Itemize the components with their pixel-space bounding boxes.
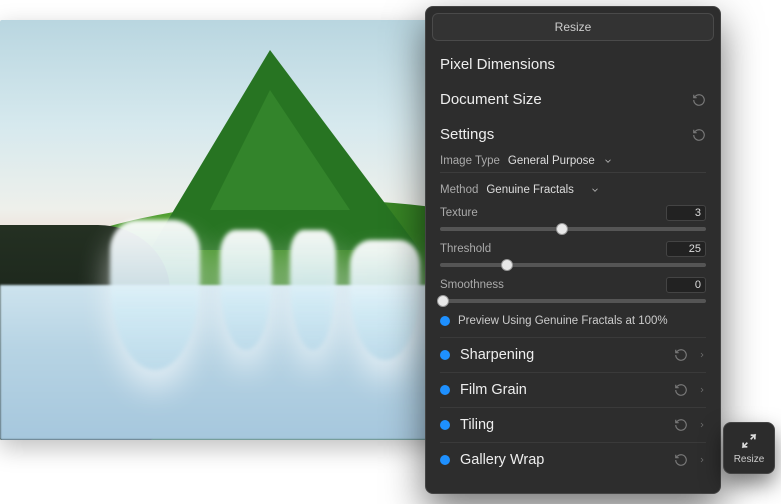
effect-label: Gallery Wrap bbox=[460, 452, 544, 468]
method-label: Method bbox=[440, 184, 478, 196]
checkbox-dot-icon bbox=[440, 316, 450, 326]
smoothness-value[interactable]: 0 bbox=[666, 277, 706, 293]
effect-label: Tiling bbox=[460, 417, 494, 433]
toggle-dot-icon[interactable] bbox=[440, 385, 450, 395]
chevron-down-icon bbox=[590, 185, 600, 195]
texture-slider[interactable] bbox=[440, 227, 706, 231]
image-type-row[interactable]: Image Type General Purpose bbox=[440, 152, 706, 170]
toggle-dot-icon[interactable] bbox=[440, 420, 450, 430]
chevron-right-icon bbox=[698, 421, 706, 429]
effect-label: Film Grain bbox=[460, 382, 527, 398]
section-label: Pixel Dimensions bbox=[440, 56, 555, 73]
smoothness-slider[interactable] bbox=[440, 299, 706, 303]
mountain-peak bbox=[150, 50, 420, 250]
chevron-right-icon bbox=[698, 386, 706, 394]
texture-slider-row: Texture 3 bbox=[440, 199, 706, 221]
panel-title: Resize bbox=[432, 13, 714, 41]
chevron-down-icon bbox=[603, 156, 613, 166]
threshold-slider[interactable] bbox=[440, 263, 706, 267]
threshold-label: Threshold bbox=[440, 243, 491, 255]
resize-tool-label: Resize bbox=[734, 454, 765, 465]
method-row[interactable]: Method Genuine Fractals bbox=[440, 181, 706, 199]
panel-body: Pixel Dimensions Document Size Settings … bbox=[426, 43, 720, 493]
section-label: Document Size bbox=[440, 91, 542, 108]
expand-icon bbox=[739, 431, 759, 451]
effect-gallery-wrap[interactable]: Gallery Wrap bbox=[440, 442, 706, 477]
section-document-size[interactable]: Document Size bbox=[440, 82, 706, 117]
smoothness-slider-row: Smoothness 0 bbox=[440, 271, 706, 293]
threshold-slider-row: Threshold 25 bbox=[440, 235, 706, 257]
resize-tool-button[interactable]: Resize bbox=[723, 422, 775, 474]
texture-label: Texture bbox=[440, 207, 478, 219]
effect-film-grain[interactable]: Film Grain bbox=[440, 372, 706, 407]
smoothness-slider-thumb[interactable] bbox=[437, 295, 449, 307]
resize-panel: Resize Pixel Dimensions Document Size Se… bbox=[425, 6, 721, 494]
reset-icon[interactable] bbox=[692, 93, 706, 107]
effect-tiling[interactable]: Tiling bbox=[440, 407, 706, 442]
effect-sharpening[interactable]: Sharpening bbox=[440, 337, 706, 372]
method-value: Genuine Fractals bbox=[486, 184, 574, 196]
reset-icon[interactable] bbox=[674, 418, 688, 432]
image-type-label: Image Type bbox=[440, 155, 500, 167]
chevron-right-icon bbox=[698, 456, 706, 464]
chevron-right-icon bbox=[698, 351, 706, 359]
preview-checkbox-label: Preview Using Genuine Fractals at 100% bbox=[458, 315, 668, 327]
smoothness-label: Smoothness bbox=[440, 279, 504, 291]
threshold-slider-thumb[interactable] bbox=[501, 259, 513, 271]
section-pixel-dimensions[interactable]: Pixel Dimensions bbox=[440, 47, 706, 82]
texture-slider-thumb[interactable] bbox=[556, 223, 568, 235]
section-label: Settings bbox=[440, 126, 494, 143]
preview-checkbox-row[interactable]: Preview Using Genuine Fractals at 100% bbox=[440, 307, 706, 337]
reset-icon[interactable] bbox=[674, 383, 688, 397]
reset-icon[interactable] bbox=[692, 128, 706, 142]
toggle-dot-icon[interactable] bbox=[440, 455, 450, 465]
threshold-value[interactable]: 25 bbox=[666, 241, 706, 257]
reset-icon[interactable] bbox=[674, 453, 688, 467]
image-type-value: General Purpose bbox=[508, 155, 595, 167]
effect-label: Sharpening bbox=[460, 347, 534, 363]
reset-icon[interactable] bbox=[674, 348, 688, 362]
section-settings[interactable]: Settings bbox=[440, 117, 706, 152]
divider bbox=[440, 172, 706, 173]
toggle-dot-icon[interactable] bbox=[440, 350, 450, 360]
texture-value[interactable]: 3 bbox=[666, 205, 706, 221]
